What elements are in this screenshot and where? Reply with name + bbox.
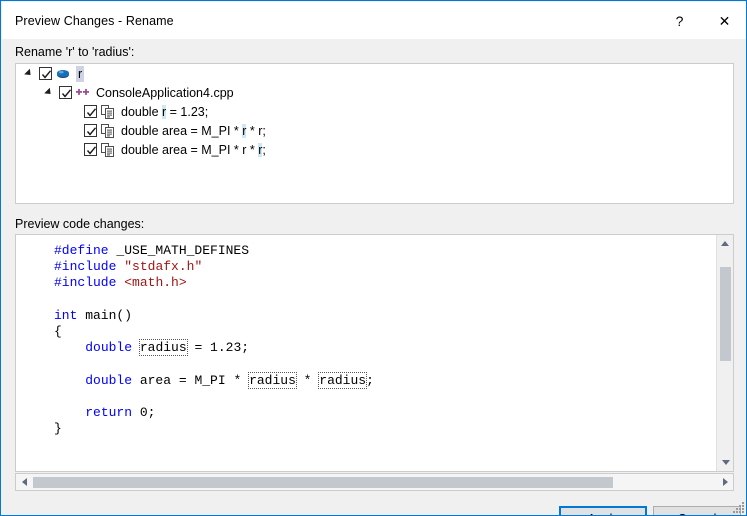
- tree-row-label: double area = M_PI * r * r;: [121, 142, 266, 157]
- code-token: = 1.23;: [186, 340, 250, 356]
- code-token: *: [295, 372, 320, 388]
- scroll-down-icon[interactable]: [717, 454, 733, 471]
- rename-label: Rename 'r' to 'radius':: [15, 45, 135, 59]
- horizontal-scroll-thumb[interactable]: [33, 477, 613, 488]
- window-controls: ? ✕: [657, 2, 746, 39]
- code-token: }: [54, 421, 62, 437]
- tree-row[interactable]: ConsoleApplication4.cpp: [16, 83, 733, 102]
- code-line-icon: [100, 104, 116, 120]
- tree-row-checkbox[interactable]: [84, 143, 97, 156]
- expander-collapse-icon[interactable]: [42, 86, 56, 100]
- code-token: int: [54, 307, 78, 323]
- label-text: double area = M_PI *: [121, 123, 243, 138]
- code-vertical-scrollbar[interactable]: [716, 235, 733, 471]
- dialog-body: Rename 'r' to 'radius': r ConsoleApplicat…: [2, 39, 746, 515]
- window-title: Preview Changes - Rename: [15, 13, 174, 28]
- scroll-right-icon[interactable]: [717, 474, 733, 490]
- tree-row-checkbox[interactable]: [59, 86, 72, 99]
- code-line: #include "stdafx.h": [16, 259, 716, 275]
- code-token: #include: [54, 259, 117, 275]
- expander-collapse-icon[interactable]: [22, 67, 36, 81]
- label-text: double: [121, 104, 163, 119]
- code-token: ;: [366, 372, 374, 388]
- question-mark-icon: ?: [675, 12, 684, 29]
- renamed-identifier: radius: [248, 371, 297, 389]
- scroll-up-icon[interactable]: [717, 235, 733, 252]
- close-icon: ✕: [718, 12, 731, 29]
- preview-changes-dialog: Preview Changes - Rename ? ✕ Rename 'r' …: [0, 0, 747, 516]
- apply-button[interactable]: Apply: [559, 506, 647, 515]
- changes-tree[interactable]: r ConsoleApplication4.cpp double r = 1.23;…: [15, 63, 734, 204]
- tree-row-label: double r = 1.23;: [121, 104, 209, 119]
- code-token: <math.h>: [124, 275, 187, 291]
- tree-row[interactable]: double r = 1.23;: [16, 102, 733, 121]
- code-line: double area = M_PI * radius * radius;: [16, 371, 716, 389]
- title-bar: Preview Changes - Rename ? ✕: [2, 2, 746, 39]
- code-line-icon: [100, 142, 116, 158]
- close-button[interactable]: ✕: [702, 2, 746, 39]
- vertical-scroll-thumb[interactable]: [720, 267, 731, 361]
- preview-code-changes-label: Preview code changes:: [15, 217, 145, 231]
- label-text: ;: [262, 142, 266, 157]
- tree-row[interactable]: r: [16, 64, 733, 83]
- renamed-identifier: radius: [138, 339, 188, 357]
- tree-row-checkbox[interactable]: [84, 105, 97, 118]
- tree-row-label: double area = M_PI * r * r;: [121, 123, 266, 138]
- cpp-file-icon: [75, 85, 91, 101]
- resize-grip-icon[interactable]: [731, 500, 745, 514]
- code-line: return 0;: [16, 405, 716, 421]
- tree-row[interactable]: double area = M_PI * r * r;: [16, 121, 733, 140]
- code-line: #define _USE_MATH_DEFINES: [16, 243, 716, 259]
- tree-row-label: ConsoleApplication4.cpp: [96, 86, 234, 100]
- selected-label: r: [76, 65, 85, 82]
- tree-row[interactable]: double area = M_PI * r * r;: [16, 140, 733, 159]
- namespace-icon: [55, 66, 71, 82]
- tree-row-checkbox[interactable]: [84, 124, 97, 137]
- cancel-button[interactable]: Cancel: [653, 506, 741, 515]
- code-token: double: [85, 372, 133, 388]
- label-text: double area = M_PI * r *: [121, 142, 259, 157]
- code-token: _USE_MATH_DEFINES: [108, 243, 250, 258]
- code-preview-panel[interactable]: #define _USE_MATH_DEFINES #include "stdaf…: [15, 234, 734, 472]
- code-line: #include <math.h>: [16, 275, 716, 291]
- code-token: #include: [54, 275, 117, 291]
- code-line-icon: [100, 123, 116, 139]
- code-token: double: [85, 340, 133, 356]
- code-token: {: [54, 324, 62, 340]
- code-line: int main(): [16, 308, 716, 324]
- code-token: return: [85, 405, 133, 421]
- code-token: main(): [77, 307, 133, 323]
- scroll-left-icon[interactable]: [16, 474, 32, 490]
- code-line: {: [16, 324, 716, 340]
- tree-row-label: r: [76, 65, 85, 82]
- label-text: ConsoleApplication4.cpp: [96, 85, 234, 100]
- code-line: }: [16, 421, 716, 437]
- code-text-area[interactable]: #define _USE_MATH_DEFINES #include "stdaf…: [16, 235, 716, 471]
- help-button[interactable]: ?: [657, 2, 702, 39]
- code-token: "stdafx.h": [124, 259, 203, 275]
- code-token: area = M_PI *: [132, 372, 250, 388]
- code-token: #define: [54, 243, 109, 258]
- code-line: double radius = 1.23;: [16, 339, 716, 357]
- renamed-identifier: radius: [318, 371, 368, 389]
- tree-row-checkbox[interactable]: [39, 67, 52, 80]
- label-text: * r;: [246, 123, 266, 138]
- label-text: = 1.23;: [166, 104, 209, 119]
- code-token: 0;: [132, 405, 156, 421]
- code-horizontal-scrollbar[interactable]: [15, 473, 734, 491]
